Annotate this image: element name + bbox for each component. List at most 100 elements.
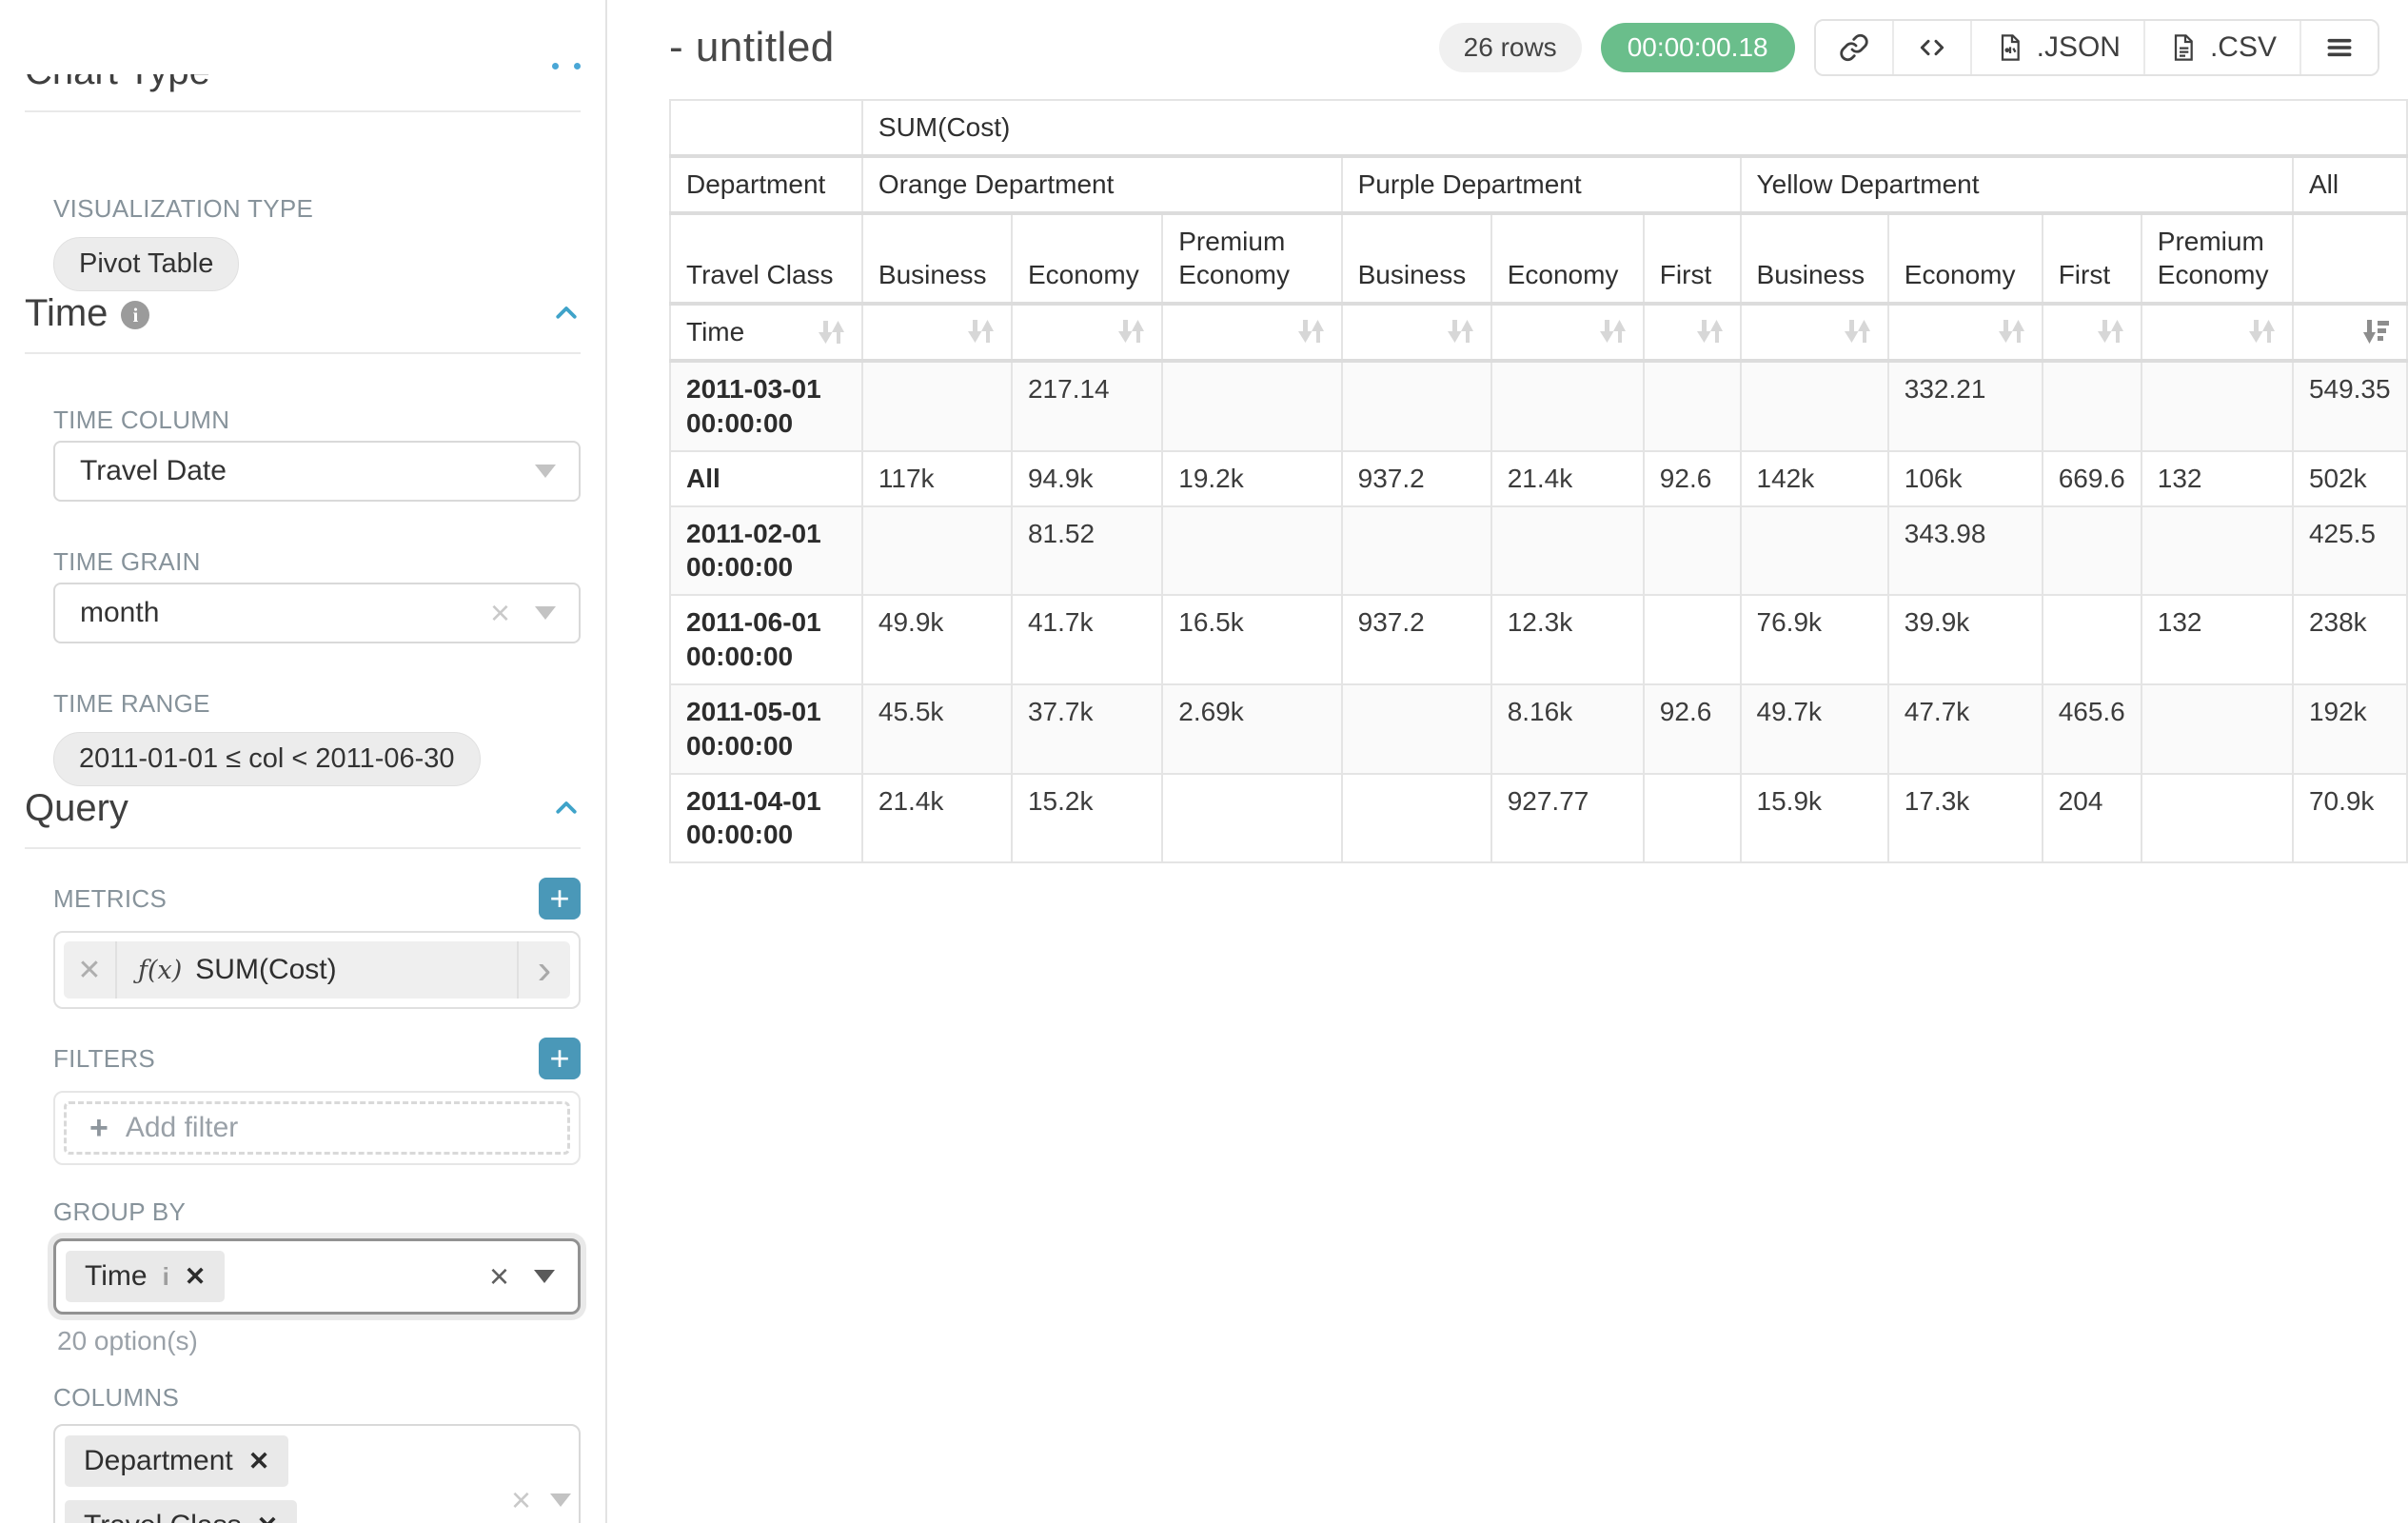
add-filter-field[interactable]: + Add filter (64, 1101, 570, 1155)
sort-toggle-icon[interactable] (2097, 317, 2125, 346)
chart-type-collapse-chevron[interactable] (552, 63, 581, 69)
pivot-metric-header: SUM(Cost) (862, 100, 2407, 156)
control-panel: RUN SAVE Chart Type VISUALIZATION TYPE P… (0, 0, 607, 1523)
sort-toggle-icon[interactable] (1297, 317, 1326, 346)
remove-metric-icon[interactable]: ✕ (64, 941, 117, 999)
expand-metric-chevron-icon[interactable]: › (517, 941, 570, 999)
columns-select[interactable]: Department ✕ Travel Class ✕ × (53, 1424, 581, 1523)
sort-toggle-icon[interactable] (818, 318, 846, 346)
pivot-sort-cell (1741, 304, 1888, 361)
pivot-row-header: 2011-03-01 00:00:00 (670, 361, 862, 451)
pivot-sort-cell (2043, 304, 2142, 361)
pivot-sort-cell (1644, 304, 1741, 361)
groupby-tag-time[interactable]: Time i ✕ (66, 1251, 225, 1302)
pivot-row-header: 2011-02-01 00:00:00 (670, 506, 862, 596)
pivot-value-cell: 76.9k (1741, 595, 1888, 684)
pivot-class-header: Economy (1888, 213, 2043, 305)
time-range-value[interactable]: 2011-01-01 ≤ col < 2011-06-30 (53, 732, 481, 786)
query-section-title: Query (25, 786, 581, 830)
pivot-value-cell: 132 (2142, 451, 2293, 506)
info-icon[interactable]: i (121, 301, 149, 329)
pivot-value-cell (1162, 361, 1341, 451)
sort-toggle-icon[interactable] (1696, 317, 1725, 346)
time-section-title: Timei (25, 291, 581, 335)
pivot-value-cell (1741, 361, 1888, 451)
pivot-value-cell (862, 506, 1012, 596)
sort-toggle-icon[interactable] (967, 317, 996, 346)
embed-code-button[interactable] (1892, 21, 1970, 74)
pivot-value-cell (1342, 774, 1491, 863)
groupby-select[interactable]: Time i ✕ × (53, 1238, 581, 1315)
pivot-row-header: 2011-05-01 00:00:00 (670, 684, 862, 774)
divider (25, 352, 581, 354)
pivot-corner-cell (670, 100, 862, 156)
caret-down-icon[interactable] (534, 1270, 555, 1283)
pivot-value-cell (1644, 774, 1741, 863)
export-json-button[interactable]: .JSON (1970, 21, 2143, 74)
add-metric-button[interactable]: + (539, 878, 581, 920)
clear-icon[interactable]: × (489, 1259, 509, 1294)
pivot-value-cell: 2.69k (1162, 684, 1341, 774)
metrics-label: METRICS (53, 884, 167, 914)
caret-down-icon[interactable] (550, 1493, 571, 1507)
time-column-value: Travel Date (80, 455, 227, 487)
chevron-up-icon[interactable] (552, 299, 581, 327)
pivot-sort-cell (1888, 304, 2043, 361)
sort-toggle-icon[interactable] (2248, 317, 2277, 346)
sort-toggle-icon[interactable] (1447, 317, 1475, 346)
time-column-select[interactable]: Travel Date (53, 441, 581, 502)
remove-tag-icon[interactable]: ✕ (248, 1447, 270, 1476)
table-row: All117k94.9k19.2k937.221.4k92.6142k106k6… (670, 451, 2407, 506)
table-row: 2011-06-01 00:00:0049.9k41.7k16.5k937.21… (670, 595, 2407, 684)
add-filter-plus-button[interactable]: + (539, 1038, 581, 1079)
pivot-value-cell: 465.6 (2043, 684, 2142, 774)
pivot-value-cell: 49.9k (862, 595, 1012, 684)
sort-toggle-icon[interactable] (1117, 317, 1146, 346)
pivot-value-cell: 41.7k (1012, 595, 1162, 684)
metric-item[interactable]: ✕ ƒ(x) SUM(Cost) › (64, 941, 570, 999)
sort-desc-active-icon[interactable] (2362, 317, 2391, 346)
visualization-type-value[interactable]: Pivot Table (53, 237, 239, 291)
hamburger-menu-icon (2324, 32, 2355, 63)
pivot-value-cell: 132 (2142, 595, 2293, 684)
code-icon (1917, 32, 1947, 63)
sort-toggle-icon[interactable] (1998, 317, 2026, 346)
pivot-sort-cell (1012, 304, 1162, 361)
columns-tag-travel-class[interactable]: Travel Class ✕ (65, 1500, 297, 1523)
pivot-row-header: 2011-04-01 00:00:00 (670, 774, 862, 863)
pivot-value-cell: 502k (2293, 451, 2407, 506)
pivot-value-cell: 39.9k (1888, 595, 2043, 684)
export-csv-button[interactable]: .CSV (2143, 21, 2299, 74)
pivot-class-header: Business (1741, 213, 1888, 305)
pivot-value-cell: 92.6 (1644, 684, 1741, 774)
columns-tag-department[interactable]: Department ✕ (65, 1435, 288, 1487)
pivot-class-header: Premium Economy (1162, 213, 1341, 305)
time-column-label: TIME COLUMN (53, 405, 581, 435)
pivot-value-cell: 12.3k (1491, 595, 1644, 684)
pivot-group-header: Orange Department (862, 156, 1342, 213)
info-icon[interactable]: i (163, 1262, 169, 1292)
pivot-value-cell (1162, 506, 1341, 596)
chevron-up-icon[interactable] (552, 794, 581, 822)
groupby-label: GROUP BY (53, 1197, 581, 1227)
caret-down-icon (535, 606, 556, 620)
clear-icon[interactable]: × (511, 1483, 531, 1517)
clear-icon[interactable]: × (490, 596, 510, 630)
menu-button[interactable] (2299, 21, 2378, 74)
time-grain-label: TIME GRAIN (53, 547, 581, 577)
remove-tag-icon[interactable]: ✕ (185, 1262, 207, 1292)
time-grain-select[interactable]: month × (53, 583, 581, 643)
sort-toggle-icon[interactable] (1844, 317, 1872, 346)
copy-link-button[interactable] (1816, 21, 1892, 74)
pivot-value-cell: 49.7k (1741, 684, 1888, 774)
caret-down-icon (535, 465, 556, 478)
remove-tag-icon[interactable]: ✕ (257, 1512, 279, 1523)
row-axis-label: Time (686, 315, 744, 349)
divider (25, 847, 581, 849)
pivot-sort-cell (2142, 304, 2293, 361)
pivot-value-cell: 21.4k (1491, 451, 1644, 506)
pivot-value-cell: 47.7k (1888, 684, 2043, 774)
chart-area: - untitled 26 rows 00:00:00.18 (607, 0, 2408, 1523)
sort-toggle-icon[interactable] (1599, 317, 1628, 346)
pivot-value-cell (1644, 595, 1741, 684)
